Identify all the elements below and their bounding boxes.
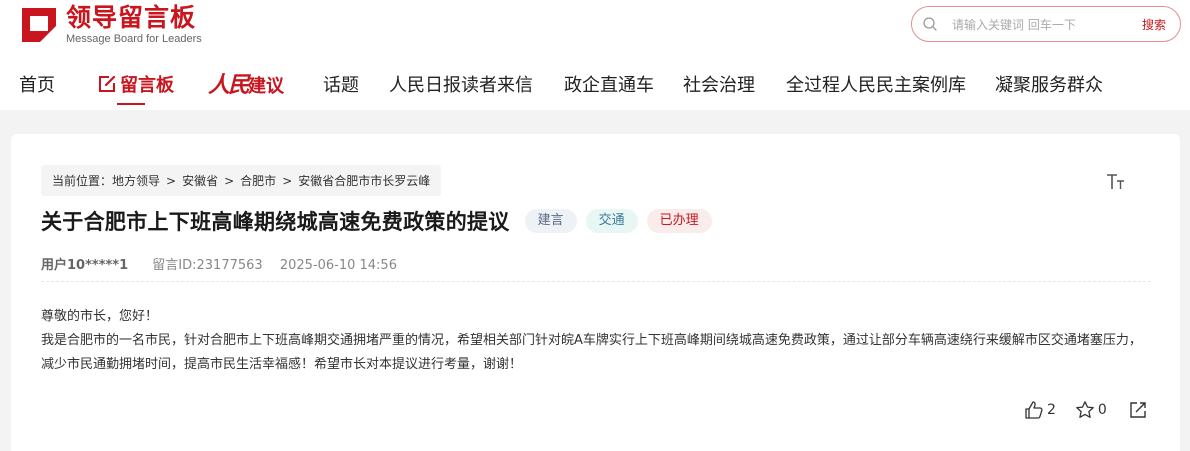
breadcrumb-item[interactable]: 安徽省合肥市市长罗云峰	[298, 172, 430, 189]
font-size-icon[interactable]	[1106, 173, 1126, 191]
tag-status: 已办理	[646, 209, 712, 233]
nav-item-serve-masses[interactable]: 凝聚服务群众	[995, 71, 1103, 97]
site-logo[interactable]: 领导留言板 Message Board for Leaders	[19, 4, 202, 45]
main-nav: 首页 留言板 人民建议 话题 人民日报读者来信 政企直通车 社会治理 全过程人民…	[0, 67, 1190, 105]
post-actions: 2 0	[1024, 400, 1148, 420]
nav-item-renmin-jianyi-label: 建议	[248, 76, 285, 97]
post-message-id: 留言ID:23177563	[152, 258, 263, 273]
nav-item-topics[interactable]: 话题	[323, 71, 359, 97]
nav-item-renmin-jianyi[interactable]: 人民建议	[208, 67, 284, 99]
breadcrumb-item[interactable]: 安徽省	[182, 172, 218, 189]
post-title-row: 关于合肥市上下班高峰期绕城高速免费政策的提议 建言 交通 已办理	[41, 206, 712, 236]
nav-item-message-board[interactable]: 留言板	[97, 71, 174, 97]
share-icon	[1130, 402, 1146, 418]
like-count: 2	[1047, 402, 1056, 418]
nav-item-democracy-cases[interactable]: 全过程人民民主案例库	[786, 71, 966, 97]
logo-subtitle: Message Board for Leaders	[66, 33, 202, 45]
search-icon	[923, 17, 937, 31]
search-input[interactable]	[952, 15, 1122, 35]
renmin-script-logo: 人民	[208, 72, 250, 98]
post-author: 用户10*****1	[41, 258, 129, 273]
nav-item-readers-letters[interactable]: 人民日报读者来信	[389, 71, 533, 97]
nav-item-message-board-label: 留言板	[120, 75, 174, 96]
breadcrumb-item[interactable]: 合肥市	[240, 172, 276, 189]
post-greeting: 尊敬的市长，您好！	[41, 309, 159, 324]
nav-item-governance[interactable]: 社会治理	[683, 71, 755, 97]
post-title: 关于合肥市上下班高峰期绕城高速免费政策的提议	[41, 210, 510, 234]
search-box: 搜索	[911, 6, 1181, 42]
breadcrumb-separator: >	[166, 173, 177, 188]
favorite-button[interactable]: 0	[1075, 400, 1107, 420]
post-meta: 用户10*****1 留言ID:23177563 2025-06-10 14:5…	[41, 254, 397, 273]
breadcrumb-prefix: 当前位置：	[52, 174, 113, 188]
nav-active-indicator	[117, 103, 145, 105]
share-button[interactable]	[1128, 400, 1148, 420]
search-button[interactable]: 搜索	[1142, 16, 1166, 33]
breadcrumb-item[interactable]: 地方领导	[112, 172, 160, 189]
breadcrumb: 当前位置： 地方领导 > 安徽省 > 合肥市 > 安徽省合肥市市长罗云峰	[41, 165, 442, 196]
breadcrumb-separator: >	[224, 173, 235, 188]
tag-type: 建言	[524, 209, 577, 233]
board-logo-icon	[22, 7, 56, 42]
star-icon	[1076, 401, 1094, 418]
like-button[interactable]: 2	[1024, 400, 1056, 420]
page-header: 领导留言板 Message Board for Leaders 搜索 首页 留言…	[0, 0, 1190, 110]
tag-category: 交通	[585, 209, 638, 233]
favorite-count: 0	[1097, 402, 1107, 418]
breadcrumb-separator: >	[282, 173, 293, 188]
edit-icon	[99, 75, 116, 92]
logo-title: 领导留言板	[66, 3, 197, 32]
content-divider	[41, 281, 1151, 282]
post-content: 尊敬的市长，您好！ 我是合肥市的一名市民，针对合肥市上下班高峰期交通拥堵严重的情…	[41, 305, 1153, 377]
nav-item-home[interactable]: 首页	[19, 71, 55, 97]
nav-item-enterprise[interactable]: 政企直通车	[564, 71, 654, 97]
thumbs-up-icon	[1025, 401, 1043, 419]
post-body: 我是合肥市的一名市民，针对合肥市上下班高峰期交通拥堵严重的情况，希望相关部门针对…	[41, 333, 1142, 372]
post-time: 2025-06-10 14:56	[279, 258, 397, 273]
